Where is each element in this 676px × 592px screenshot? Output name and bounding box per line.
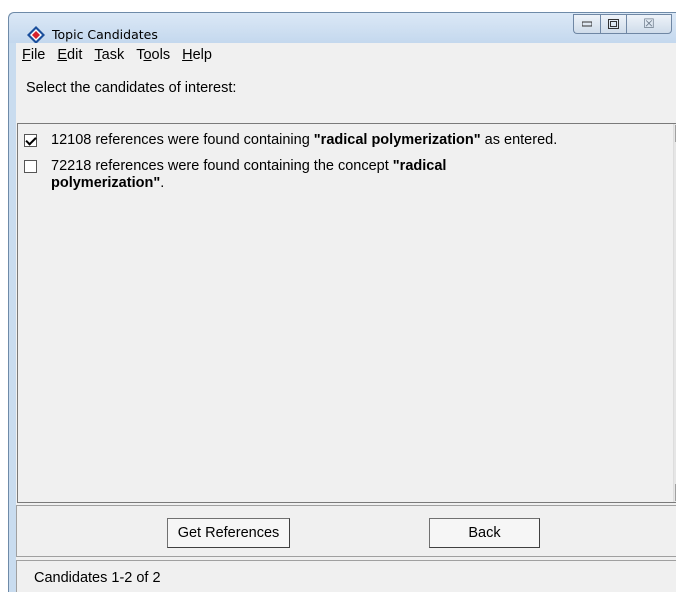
menu-bar: File Edit Task Tools Help — [16, 43, 218, 67]
instruction-label: Select the candidates of interest: — [26, 80, 237, 96]
candidate-text: 72218 references were found containing t… — [51, 158, 447, 191]
candidate-item[interactable]: 12108 references were found containing "… — [24, 132, 631, 149]
menu-edit[interactable]: Edit — [51, 47, 88, 63]
maximize-icon — [608, 19, 619, 29]
caption-buttons: ☒ — [573, 14, 672, 36]
minimize-button[interactable] — [573, 14, 600, 34]
candidates-list[interactable]: 12108 references were found containing "… — [17, 123, 676, 503]
client-area: File Edit Task Tools Help Select the can… — [16, 43, 676, 592]
menu-tools[interactable]: Tools — [130, 47, 176, 63]
status-bar: Candidates 1-2 of 2 — [16, 560, 676, 592]
get-references-button[interactable]: Get References — [167, 518, 290, 548]
app-diamond-icon — [27, 26, 45, 44]
topic-candidates-window: Topic Candidates ☒ File Edit Task Tools … — [8, 12, 676, 592]
minimize-icon — [582, 21, 592, 27]
candidate-item[interactable]: 72218 references were found containing t… — [24, 158, 521, 192]
window-title: Topic Candidates — [52, 27, 158, 42]
close-icon: ☒ — [643, 16, 655, 31]
maximize-button[interactable] — [600, 14, 626, 34]
candidate-text: 12108 references were found containing "… — [51, 132, 558, 148]
title-bar[interactable]: Topic Candidates ☒ — [9, 13, 676, 44]
close-button[interactable]: ☒ — [626, 14, 672, 34]
candidate-checkbox[interactable] — [24, 134, 37, 147]
menu-help[interactable]: Help — [176, 47, 218, 63]
menu-task[interactable]: Task — [88, 47, 130, 63]
menu-file[interactable]: File — [16, 47, 51, 63]
back-button[interactable]: Back — [429, 518, 540, 548]
button-panel: Get References Back — [16, 505, 676, 557]
candidate-checkbox[interactable] — [24, 160, 37, 173]
